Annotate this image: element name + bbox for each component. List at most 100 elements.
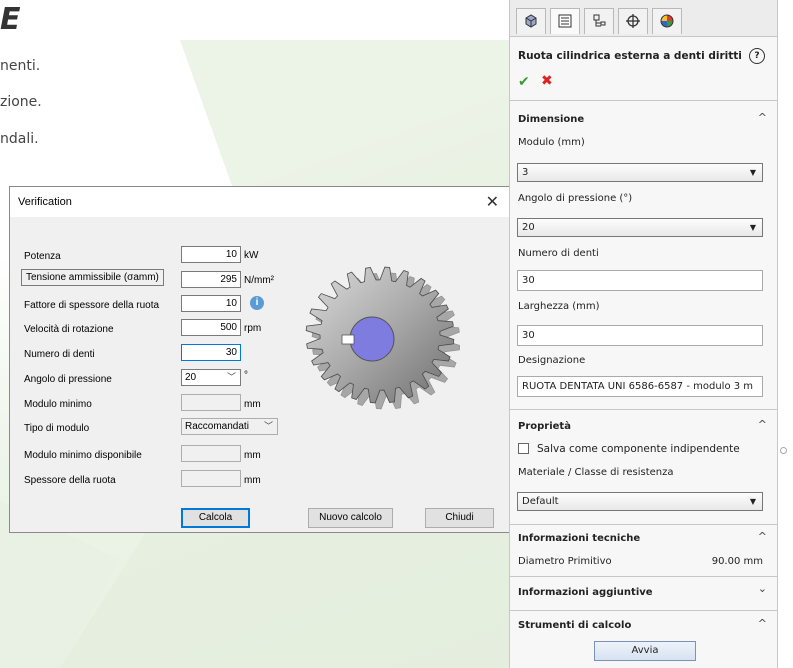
width-input[interactable]: 30 xyxy=(517,325,763,346)
pressure-angle-label: Angolo di pressione (°) xyxy=(518,193,633,204)
new-calculation-button[interactable]: Nuovo calcolo xyxy=(308,508,393,528)
dialog-title: Verification xyxy=(18,196,72,208)
pressure-angle-unit: ° xyxy=(244,370,248,381)
speed-label: Velocità di rotazione xyxy=(24,324,114,335)
teeth-input[interactable]: 30 xyxy=(181,344,241,361)
stress-label[interactable]: Tensione ammissibile (σamm) xyxy=(21,269,164,286)
group-info-tecniche-title[interactable]: Informazioni tecniche xyxy=(518,533,640,544)
dimxpert-icon xyxy=(626,14,640,28)
property-manager-panel: Ruota cilindrica esterna a denti diritti… xyxy=(509,0,778,668)
material-select[interactable]: Default ▼ xyxy=(517,492,763,511)
tab-configuration-manager[interactable] xyxy=(584,8,614,34)
dropdown-arrow-icon: ▼ xyxy=(749,497,756,506)
pitch-diameter-value: 90.00 mm xyxy=(711,556,763,567)
width-label: Larghezza (mm) xyxy=(518,301,600,312)
gear-illustration xyxy=(300,247,461,422)
chevron-down-icon: ﹀ xyxy=(226,372,236,382)
module-label: Modulo (mm) xyxy=(518,137,585,148)
teeth-count-input[interactable]: 30 xyxy=(517,270,763,291)
module-type-label: Tipo di modulo xyxy=(24,423,90,434)
chevron-up-icon[interactable]: ^ xyxy=(758,617,767,630)
chevron-down-icon: ﹀ xyxy=(263,421,273,431)
group-dimensione-title[interactable]: Dimensione xyxy=(518,114,584,125)
dropdown-arrow-icon: ▼ xyxy=(749,168,756,177)
panel-resize-handle[interactable] xyxy=(780,447,787,454)
teeth-label: Numero di denti xyxy=(24,349,95,360)
dialog-titlebar: Verification ✕ xyxy=(10,187,509,217)
background-title: E xyxy=(0,2,21,37)
start-button[interactable]: Avvia xyxy=(594,641,696,661)
close-button[interactable]: Chiudi xyxy=(425,508,494,528)
designation-input[interactable]: RUOTA DENTATA UNI 6586-6587 - modulo 3 m xyxy=(517,376,763,397)
min-module-avail-unit: mm xyxy=(244,450,261,461)
pressure-angle-value: 20 xyxy=(522,222,535,233)
power-input[interactable]: 10 xyxy=(181,246,241,263)
module-value: 3 xyxy=(522,167,529,178)
designation-label: Designazione xyxy=(518,355,586,366)
module-type-select[interactable]: Raccomandati ﹀ xyxy=(181,418,278,435)
tab-appearance[interactable] xyxy=(652,8,682,34)
panel-tabbar xyxy=(510,0,777,37)
wheel-thickness-label: Spessore della ruota xyxy=(24,475,116,486)
gear-image xyxy=(305,266,461,410)
dropdown-arrow-icon: ▼ xyxy=(749,223,756,232)
pressure-angle-select[interactable]: 20 ▼ xyxy=(517,218,763,237)
wheel-thickness-unit: mm xyxy=(244,475,261,486)
save-component-label: Salva come componente indipendente xyxy=(537,443,740,455)
power-label: Potenza xyxy=(24,251,61,262)
pitch-diameter-label: Diametro Primitivo xyxy=(518,556,612,567)
panel-title: Ruota cilindrica esterna a denti diritti xyxy=(518,50,742,62)
speed-input[interactable]: 500 xyxy=(181,319,241,336)
group-info-aggiuntive-title[interactable]: Informazioni aggiuntive xyxy=(518,587,653,598)
min-module-avail-output xyxy=(181,445,241,462)
chevron-up-icon[interactable]: ^ xyxy=(758,111,767,124)
verification-dialog: Verification ✕ Potenza 10 kW Tensione am… xyxy=(9,186,510,533)
configuration-manager-icon xyxy=(593,14,606,27)
pressure-angle-select[interactable]: 20 ﹀ xyxy=(181,369,241,386)
min-module-avail-label: Modulo minimo disponibile xyxy=(24,450,142,461)
divider xyxy=(510,576,777,577)
ok-icon[interactable]: ✔ xyxy=(518,74,530,90)
chevron-up-icon[interactable]: ^ xyxy=(758,530,767,543)
background-line-2: zione. xyxy=(0,94,42,110)
module-type-value: Raccomandati xyxy=(185,421,249,432)
min-module-label: Modulo minimo xyxy=(24,399,92,410)
thickness-factor-input[interactable]: 10 xyxy=(181,295,241,312)
material-label: Materiale / Classe di resistenza xyxy=(518,467,674,478)
power-unit: kW xyxy=(244,250,259,261)
background-line-3: ndali. xyxy=(0,131,39,147)
min-module-output xyxy=(181,394,241,411)
speed-unit: rpm xyxy=(244,323,262,334)
tab-dimxpert[interactable] xyxy=(618,8,648,34)
stress-unit: N/mm² xyxy=(244,275,274,286)
chevron-down-icon[interactable]: ⌄ xyxy=(758,582,767,595)
thickness-factor-label: Fattore di spessore della ruota xyxy=(24,300,160,311)
wheel-thickness-output xyxy=(181,470,241,487)
stress-input[interactable]: 295 xyxy=(181,271,241,288)
pressure-angle-value: 20 xyxy=(185,372,197,383)
min-module-unit: mm xyxy=(244,399,261,410)
feature-manager-icon xyxy=(525,14,537,28)
divider xyxy=(510,409,777,410)
module-select[interactable]: 3 ▼ xyxy=(517,163,763,182)
property-manager-icon xyxy=(558,14,572,28)
close-icon[interactable]: ✕ xyxy=(486,192,499,212)
tab-property-manager[interactable] xyxy=(550,8,580,34)
calculate-button[interactable]: Calcola xyxy=(181,508,250,528)
cancel-icon[interactable]: ✖ xyxy=(541,73,553,89)
tab-feature-manager[interactable] xyxy=(516,8,546,34)
divider xyxy=(510,100,777,101)
group-strumenti-title[interactable]: Strumenti di calcolo xyxy=(518,620,631,631)
group-proprieta-title[interactable]: Proprietà xyxy=(518,421,571,432)
appearance-icon xyxy=(660,14,674,28)
info-icon[interactable]: i xyxy=(250,296,264,310)
background-line-1: nenti. xyxy=(0,58,41,74)
pressure-angle-label: Angolo di pressione xyxy=(24,374,112,385)
material-value: Default xyxy=(522,496,559,507)
help-icon[interactable]: ? xyxy=(749,48,765,64)
teeth-count-label: Numero di denti xyxy=(518,248,599,259)
divider xyxy=(510,610,777,611)
chevron-up-icon[interactable]: ^ xyxy=(758,418,767,431)
divider xyxy=(510,524,777,525)
save-component-checkbox[interactable] xyxy=(518,443,529,454)
